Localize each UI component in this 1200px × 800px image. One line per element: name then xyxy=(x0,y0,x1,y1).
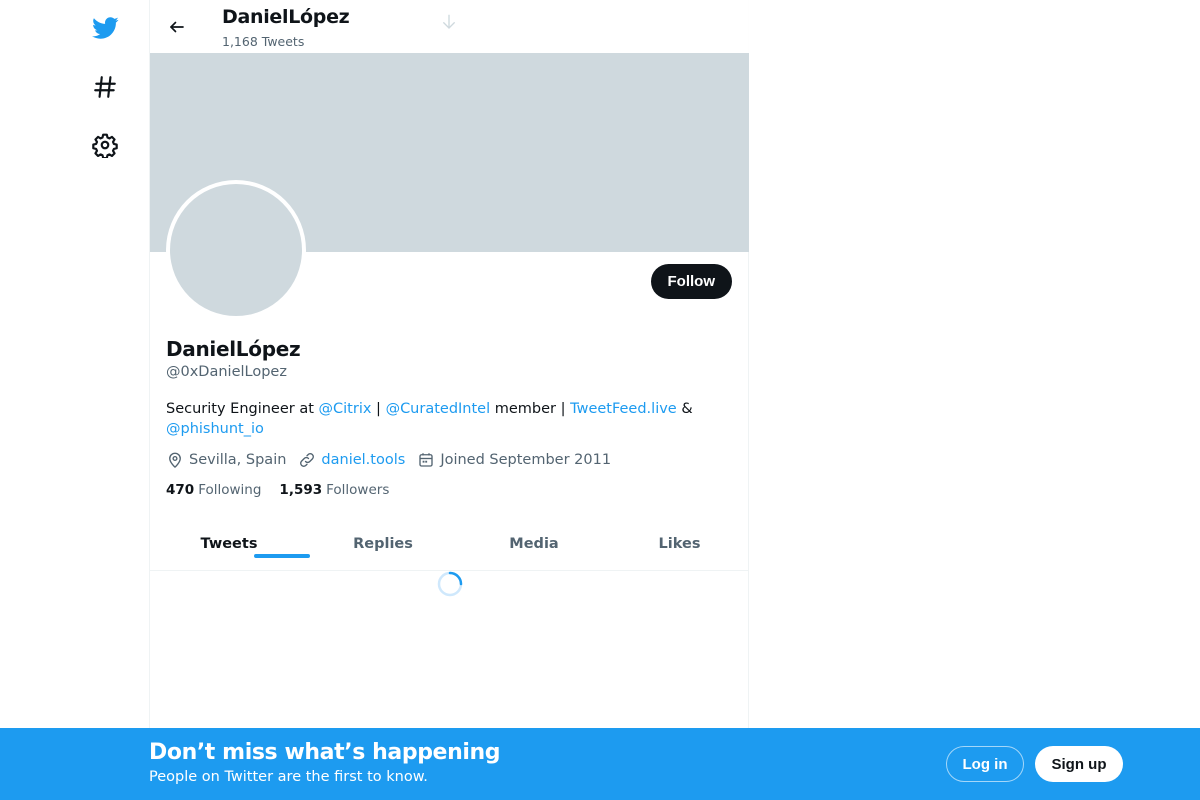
signup-banner-title: Don’t miss what’s happening xyxy=(149,740,501,765)
follow-counts: 470 Following 1,593 Followers xyxy=(166,482,407,498)
tab-tweets[interactable]: Tweets xyxy=(150,518,310,570)
bio-text: | xyxy=(371,401,386,417)
bio-text: Security Engineer at xyxy=(166,401,319,417)
tab-label: Replies xyxy=(353,536,413,552)
location-item: Sevilla, Spain xyxy=(166,451,286,469)
follow-button[interactable]: Follow xyxy=(650,264,732,299)
tab-label: Tweets xyxy=(200,536,258,552)
profile-handle: @0xDanielLopez xyxy=(166,364,287,380)
tab-replies[interactable]: Replies xyxy=(308,518,458,570)
profile-meta: Sevilla, Spain daniel.tools Joined Septe… xyxy=(166,450,623,470)
back-arrow-icon[interactable] xyxy=(162,12,192,42)
avatar-placeholder xyxy=(170,184,302,316)
loading-spinner-icon xyxy=(437,571,463,597)
profile-header: DanielLópez 1,168 Tweets xyxy=(150,0,749,53)
followers-label: Followers xyxy=(326,482,390,498)
profile-tabs: Tweets Replies Media Likes xyxy=(150,518,749,571)
signup-banner-subtitle: People on Twitter are the first to know. xyxy=(149,769,428,785)
bio-link-tweetfeed[interactable]: TweetFeed.live xyxy=(570,401,677,417)
followers-number: 1,593 xyxy=(279,482,323,498)
location-pin-icon xyxy=(169,452,181,468)
twitter-bird-icon[interactable] xyxy=(84,7,126,49)
profile-bio: Security Engineer at @Citrix | @CuratedI… xyxy=(166,399,726,439)
following-label: Following xyxy=(198,482,262,498)
tab-media[interactable]: Media xyxy=(458,518,610,570)
website-item: daniel.tools xyxy=(298,451,405,469)
header-profile-name: DanielLópez xyxy=(222,6,350,28)
gear-icon[interactable] xyxy=(84,124,126,166)
bio-text: member | xyxy=(490,401,571,417)
signup-banner: Don’t miss what’s happening People on Tw… xyxy=(0,728,1200,800)
login-button[interactable]: Log in xyxy=(946,746,1024,782)
bio-link-citrix[interactable]: @Citrix xyxy=(319,401,372,417)
bio-text: & xyxy=(676,401,693,417)
profile-column: DanielLópez 1,168 Tweets Follow DanielLó… xyxy=(149,0,749,800)
tab-label: Media xyxy=(509,536,559,552)
avatar[interactable] xyxy=(166,180,306,320)
bio-link-phishunt[interactable]: @phishunt_io xyxy=(166,421,264,437)
hashtag-icon[interactable] xyxy=(84,66,126,108)
location-text: Sevilla, Spain xyxy=(189,452,287,468)
tab-likes[interactable]: Likes xyxy=(610,518,749,570)
joined-item: Joined September 2011 xyxy=(417,451,611,469)
header-tweet-count: 1,168 Tweets xyxy=(222,34,305,49)
left-nav xyxy=(0,0,150,800)
pull-refresh-arrow-icon xyxy=(443,14,455,29)
joined-text: Joined September 2011 xyxy=(440,452,612,468)
following-number: 470 xyxy=(166,482,195,498)
tab-label: Likes xyxy=(658,536,701,552)
website-link[interactable]: daniel.tools xyxy=(321,452,405,468)
following-count[interactable]: 470 Following xyxy=(166,482,261,498)
bio-link-curatedintel[interactable]: @CuratedIntel xyxy=(386,401,491,417)
calendar-icon xyxy=(419,453,433,467)
link-icon xyxy=(300,453,315,467)
signup-button[interactable]: Sign up xyxy=(1035,746,1123,782)
followers-count[interactable]: 1,593 Followers xyxy=(279,482,389,498)
active-tab-indicator xyxy=(254,554,310,558)
profile-name: DanielLópez xyxy=(166,337,301,361)
